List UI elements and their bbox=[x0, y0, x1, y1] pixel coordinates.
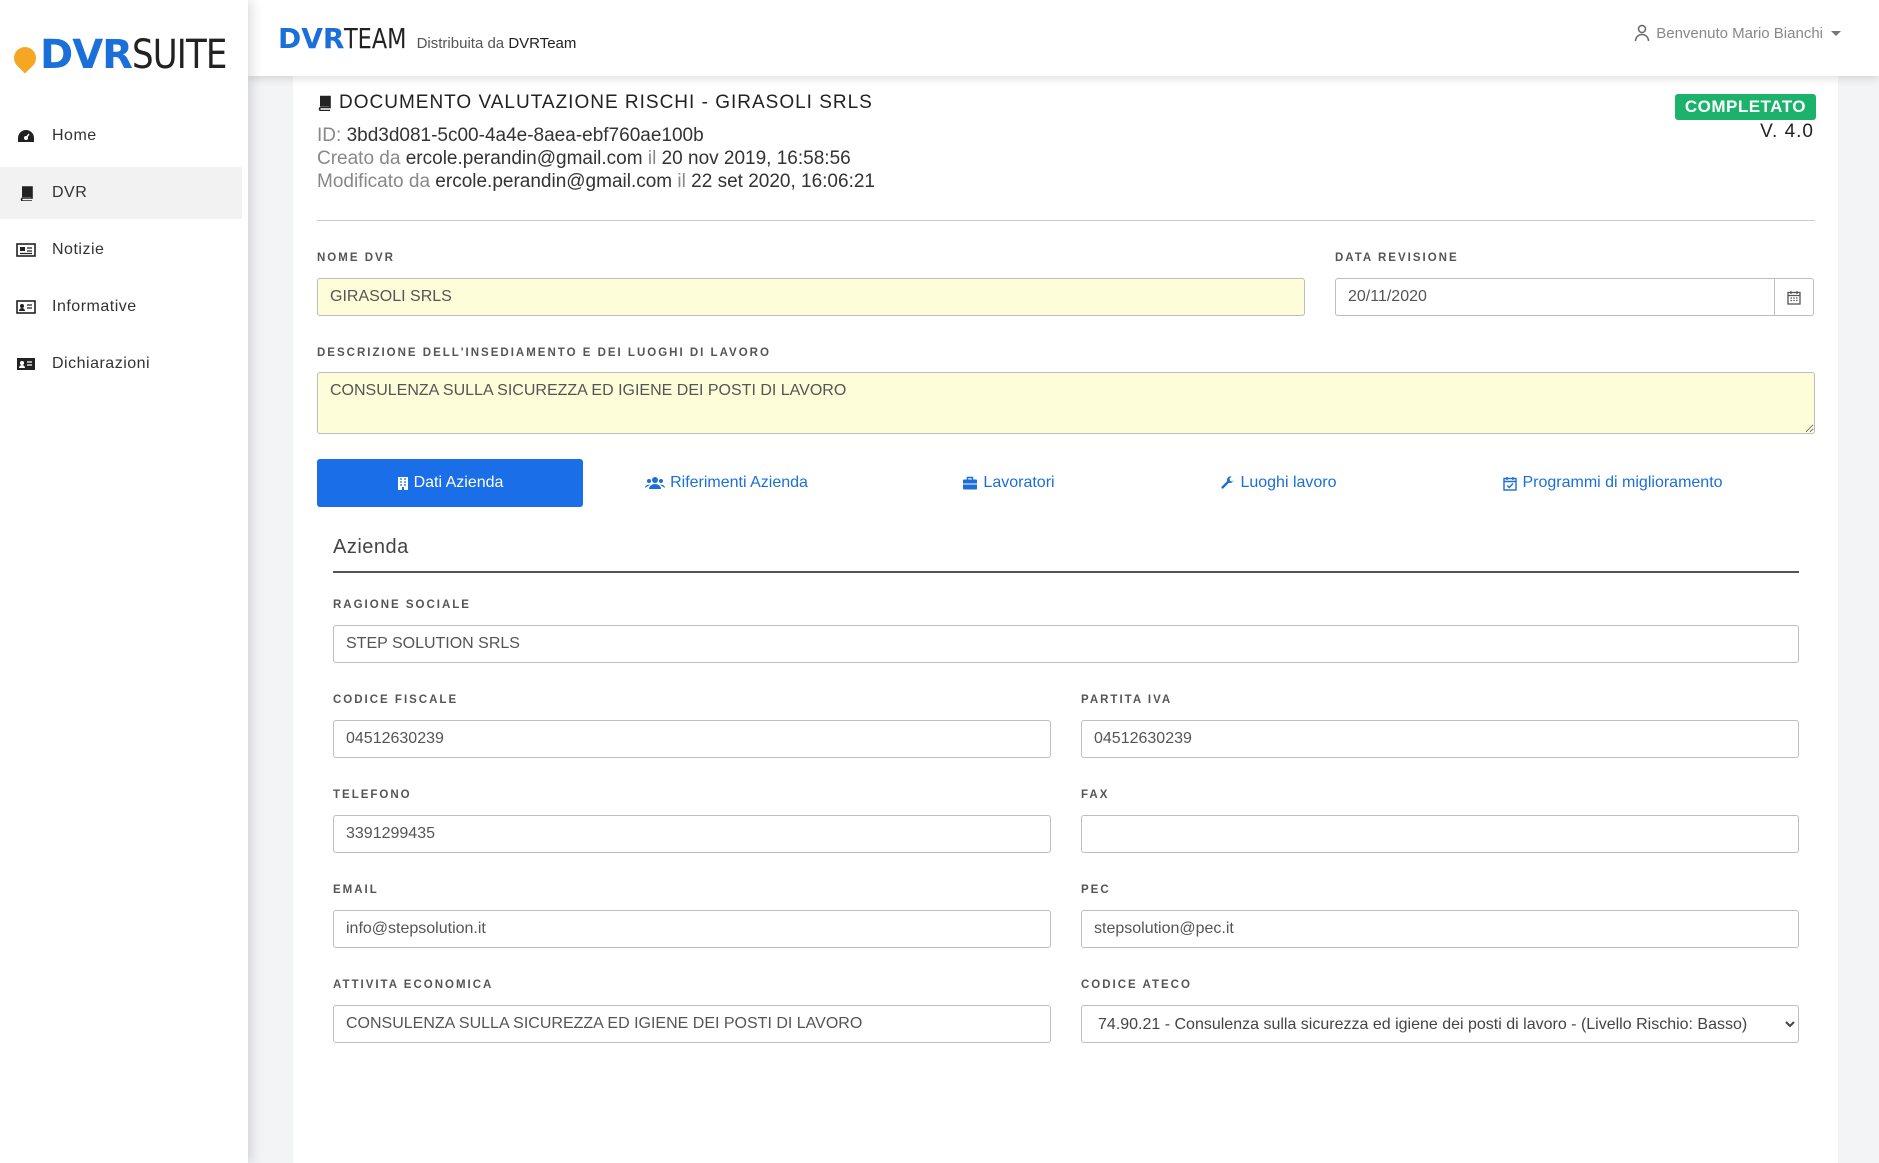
book-icon bbox=[318, 95, 331, 111]
page-title-text: DOCUMENTO VALUTAZIONE RISCHI - GIRASOLI … bbox=[339, 92, 873, 113]
data-revisione-input[interactable]: 20/11/2020 bbox=[1335, 278, 1775, 316]
tab-label: Luoghi lavoro bbox=[1240, 474, 1337, 491]
brand-light: TEAM bbox=[344, 22, 407, 55]
app-logo[interactable]: DVR SUITE bbox=[0, 0, 248, 110]
document-created: Creato da ercole.perandin@gmail.com il 2… bbox=[317, 147, 875, 170]
sidebar-item-home[interactable]: Home bbox=[0, 110, 242, 162]
wrench-icon bbox=[1221, 476, 1234, 489]
status-badge: COMPLETATO bbox=[1674, 94, 1816, 120]
codice-ateco-select[interactable]: 74.90.21 - Consulenza sulla sicurezza ed… bbox=[1081, 1005, 1799, 1043]
address-card-icon bbox=[16, 356, 36, 372]
modified-date: 22 set 2020, 16:06:21 bbox=[691, 171, 875, 192]
email-label: EMAIL bbox=[333, 884, 379, 896]
book-icon bbox=[16, 185, 36, 201]
sidebar-item-informative[interactable]: Informative bbox=[0, 281, 242, 333]
descrizione-label: DESCRIZIONE DELL'INSEDIAMENTO E DEI LUOG… bbox=[317, 347, 771, 359]
logo-dvr-text: DVR bbox=[40, 32, 133, 78]
sidebar-nav: Home DVR Notizie Informative Dichiarazio… bbox=[0, 110, 248, 390]
modified-by: ercole.perandin@gmail.com bbox=[435, 171, 673, 192]
created-label: Creato da bbox=[317, 148, 401, 169]
data-revisione-label: DATA REVISIONE bbox=[1335, 252, 1459, 264]
section-divider bbox=[333, 571, 1799, 573]
document-meta: ID: 3bd3d081-5c00-4a4e-8aea-ebf760ae100b… bbox=[317, 124, 875, 193]
sidebar-item-dvr[interactable]: DVR bbox=[0, 167, 242, 219]
tab-riferimenti-azienda[interactable]: Riferimenti Azienda bbox=[583, 459, 870, 507]
id-value: 3bd3d081-5c00-4a4e-8aea-ebf760ae100b bbox=[346, 125, 704, 146]
user-icon bbox=[1634, 24, 1650, 42]
attivita-economica-input[interactable]: CONSULENZA SULLA SICUREZZA ED IGIENE DEI… bbox=[333, 1005, 1051, 1043]
created-on-label: il bbox=[647, 148, 657, 169]
section-title-azienda: Azienda bbox=[333, 536, 409, 558]
chevron-down-icon bbox=[1831, 30, 1841, 36]
id-label: ID: bbox=[317, 125, 342, 146]
pec-label: PEC bbox=[1081, 884, 1111, 896]
user-menu[interactable]: Benvenuto Mario Bianchi bbox=[1634, 24, 1841, 42]
sidebar: DVR SUITE Home DVR Notizie Informative D… bbox=[0, 0, 248, 1163]
sidebar-item-dichiarazioni[interactable]: Dichiarazioni bbox=[0, 338, 242, 390]
tab-label: Dati Azienda bbox=[413, 474, 504, 491]
sidebar-item-label: Home bbox=[52, 127, 97, 144]
topbar: DVR TEAM Distribuita da DVRTeam Benvenut… bbox=[248, 0, 1879, 76]
tab-dati-azienda[interactable]: Dati Azienda bbox=[317, 459, 583, 507]
logo-suite-text: SUITE bbox=[131, 32, 227, 78]
brand-bold: DVR bbox=[278, 22, 345, 55]
building-icon bbox=[397, 476, 408, 490]
sidebar-item-label: DVR bbox=[52, 184, 88, 201]
calendar-icon bbox=[1787, 290, 1801, 305]
nome-dvr-label: NOME DVR bbox=[317, 252, 395, 264]
dashboard-icon bbox=[16, 128, 36, 144]
document-id: ID: 3bd3d081-5c00-4a4e-8aea-ebf760ae100b bbox=[317, 124, 875, 147]
sidebar-item-label: Dichiarazioni bbox=[52, 355, 151, 372]
tab-programmi-miglioramento[interactable]: Programmi di miglioramento bbox=[1411, 459, 1815, 507]
users-icon bbox=[645, 477, 666, 489]
tab-label: Lavoratori bbox=[983, 474, 1055, 491]
created-date: 20 nov 2019, 16:58:56 bbox=[661, 148, 851, 169]
codice-fiscale-input[interactable]: 04512630239 bbox=[333, 720, 1051, 758]
sidebar-item-label: Notizie bbox=[52, 241, 105, 258]
briefcase-icon bbox=[963, 476, 978, 490]
tab-lavoratori[interactable]: Lavoratori bbox=[870, 459, 1147, 507]
telefono-input[interactable]: 3391299435 bbox=[333, 815, 1051, 853]
divider bbox=[317, 220, 1815, 221]
pec-input[interactable]: stepsolution@pec.it bbox=[1081, 910, 1799, 948]
modified-label: Modificato da bbox=[317, 171, 431, 192]
codice-ateco-label: CODICE ATECO bbox=[1081, 979, 1192, 991]
attivita-economica-label: ATTIVITA ECONOMICA bbox=[333, 979, 494, 991]
partita-iva-label: PARTITA IVA bbox=[1081, 694, 1173, 706]
created-by: ercole.perandin@gmail.com bbox=[405, 148, 643, 169]
calendar-check-icon bbox=[1503, 476, 1518, 491]
fax-label: FAX bbox=[1081, 789, 1110, 801]
ragione-sociale-label: RAGIONE SOCIALE bbox=[333, 599, 471, 611]
drop-icon bbox=[9, 42, 41, 74]
brand[interactable]: DVR TEAM Distribuita da DVRTeam bbox=[278, 22, 576, 55]
document-modified: Modificato da ercole.perandin@gmail.com … bbox=[317, 170, 875, 193]
calendar-button[interactable] bbox=[1774, 278, 1814, 316]
newspaper-icon bbox=[16, 242, 36, 258]
email-input[interactable]: info@stepsolution.it bbox=[333, 910, 1051, 948]
partita-iva-input[interactable]: 04512630239 bbox=[1081, 720, 1799, 758]
telefono-label: TELEFONO bbox=[333, 789, 412, 801]
distributed-name: DVRTeam bbox=[508, 35, 577, 52]
tab-label: Programmi di miglioramento bbox=[1522, 474, 1723, 491]
ragione-sociale-input[interactable]: STEP SOLUTION SRLS bbox=[333, 625, 1799, 663]
user-greeting: Benvenuto Mario Bianchi bbox=[1656, 24, 1823, 42]
codice-fiscale-label: CODICE FISCALE bbox=[333, 694, 459, 706]
brand-distributed: Distribuita da DVRTeam bbox=[417, 35, 577, 52]
fax-input[interactable] bbox=[1081, 815, 1799, 853]
sidebar-item-notizie[interactable]: Notizie bbox=[0, 224, 242, 276]
tab-luoghi-lavoro[interactable]: Luoghi lavoro bbox=[1147, 459, 1411, 507]
sidebar-item-label: Informative bbox=[52, 298, 137, 315]
dvr-card: DOCUMENTO VALUTAZIONE RISCHI - GIRASOLI … bbox=[293, 76, 1838, 1163]
distributed-prefix: Distribuita da bbox=[416, 35, 505, 52]
nome-dvr-input[interactable]: GIRASOLI SRLS bbox=[317, 278, 1305, 316]
modified-on-label: il bbox=[677, 171, 686, 192]
id-card-icon bbox=[16, 299, 36, 315]
page-title: DOCUMENTO VALUTAZIONE RISCHI - GIRASOLI … bbox=[317, 92, 873, 114]
descrizione-textarea[interactable]: CONSULENZA SULLA SICUREZZA ED IGIENE DEI… bbox=[317, 372, 1815, 434]
tab-label: Riferimenti Azienda bbox=[670, 474, 808, 491]
version-label: V. 4.0 bbox=[1760, 121, 1814, 142]
